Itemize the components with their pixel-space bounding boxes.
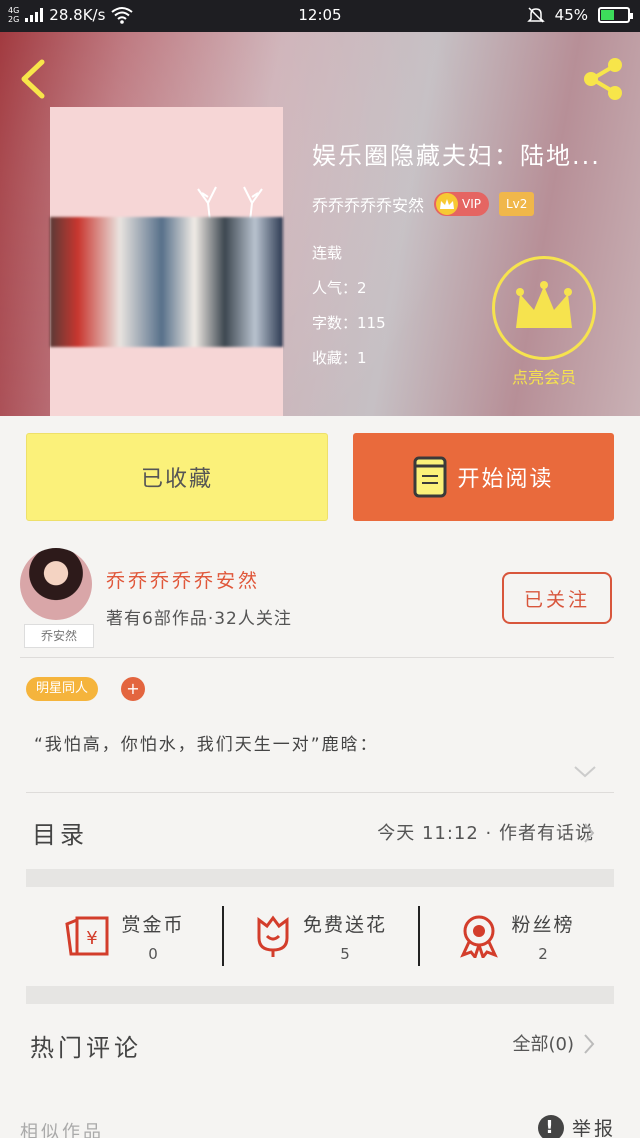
send-flower[interactable]: 免费送花 5 bbox=[222, 888, 418, 984]
fan-ranking[interactable]: 粉丝榜 2 bbox=[418, 888, 614, 984]
catalog-row[interactable]: 目录 今天 11:12 · 作者有话说 bbox=[26, 793, 614, 869]
divider bbox=[20, 657, 614, 658]
all-comments-link[interactable]: 全部(0) bbox=[513, 1030, 575, 1056]
battery-percent: 45% bbox=[554, 6, 588, 24]
start-reading-button[interactable]: 开始阅读 bbox=[353, 433, 614, 521]
author-avatar[interactable] bbox=[20, 548, 92, 620]
author-name[interactable]: 乔乔乔乔乔安然 bbox=[106, 566, 260, 593]
expand-button[interactable] bbox=[572, 764, 598, 784]
section-separator bbox=[26, 986, 614, 1004]
back-button[interactable] bbox=[14, 54, 54, 104]
popularity: 人气：2 bbox=[312, 279, 367, 297]
book-title: 娱乐圈隐藏夫妇：陆地... bbox=[312, 142, 601, 170]
share-button[interactable] bbox=[578, 54, 628, 104]
flower-icon bbox=[257, 915, 289, 957]
member-button[interactable]: 点亮会员 bbox=[492, 256, 596, 388]
header-author-name[interactable]: 乔乔乔乔乔安然 bbox=[312, 192, 424, 216]
share-icon bbox=[584, 58, 622, 100]
book-cover[interactable] bbox=[50, 107, 283, 416]
alert-icon: ! bbox=[538, 1114, 564, 1138]
hot-comments-row[interactable]: 热门评论 全部(0) bbox=[26, 1004, 614, 1080]
reward-stats: ¥ 赏金币 0 免费送花 5 粉丝榜 2 bbox=[26, 888, 614, 984]
coin-reward[interactable]: ¥ 赏金币 0 bbox=[26, 888, 222, 984]
level-badge: Lv2 bbox=[499, 192, 535, 216]
chevron-down-icon bbox=[574, 766, 596, 778]
category-tag[interactable]: 明星同人 bbox=[26, 677, 99, 701]
avatar-tag: 乔安然 bbox=[24, 624, 94, 648]
crown-icon bbox=[436, 193, 459, 215]
book-intro: “我怕高，你怕水，我们天生一对”鹿晗： bbox=[34, 735, 379, 755]
battery-icon bbox=[598, 7, 633, 23]
catalog-title: 目录 bbox=[32, 821, 88, 849]
serial-status: 连载 bbox=[312, 244, 343, 262]
red-envelope-icon: ¥ bbox=[65, 916, 109, 956]
status-bar: 4G 2G 28.8K/s 12:05 45% bbox=[0, 0, 640, 32]
mute-bell-icon bbox=[526, 7, 545, 23]
chevron-left-icon bbox=[21, 59, 45, 99]
follow-button[interactable]: 已关注 bbox=[502, 572, 612, 624]
book-header: 娱乐圈隐藏夫妇：陆地... 乔乔乔乔乔安然 VIP Lv2 连载 人气：2 字数… bbox=[0, 32, 640, 416]
add-tag-button[interactable]: + bbox=[121, 677, 145, 701]
catalog-latest: 今天 11:12 · 作者有话说 bbox=[377, 823, 594, 844]
collected-button[interactable]: 已收藏 bbox=[26, 433, 328, 521]
member-crown-icon bbox=[492, 256, 596, 360]
word-count: 字数：115 bbox=[312, 314, 386, 332]
similar-works-title: 相似作品 bbox=[20, 1122, 104, 1138]
comments-title: 热门评论 bbox=[30, 1034, 142, 1062]
chevron-right-icon bbox=[584, 1034, 595, 1054]
svg-text:¥: ¥ bbox=[87, 928, 98, 949]
header-author-row: 乔乔乔乔乔安然 VIP Lv2 bbox=[312, 192, 535, 216]
book-icon bbox=[413, 456, 447, 498]
medal-icon bbox=[460, 915, 499, 958]
cover-photo bbox=[50, 217, 283, 347]
report-button[interactable]: ! 举报 bbox=[538, 1114, 616, 1138]
section-separator bbox=[26, 869, 614, 887]
favorites-count: 收藏：1 bbox=[312, 349, 367, 367]
book-meta: 连载 人气：2 字数：115 收藏：1 bbox=[312, 236, 386, 376]
member-label: 点亮会员 bbox=[511, 368, 576, 387]
author-stats: 著有6部作品·32人关注 bbox=[106, 609, 292, 629]
vip-badge: VIP bbox=[434, 192, 489, 216]
chevron-right-icon bbox=[584, 823, 595, 843]
